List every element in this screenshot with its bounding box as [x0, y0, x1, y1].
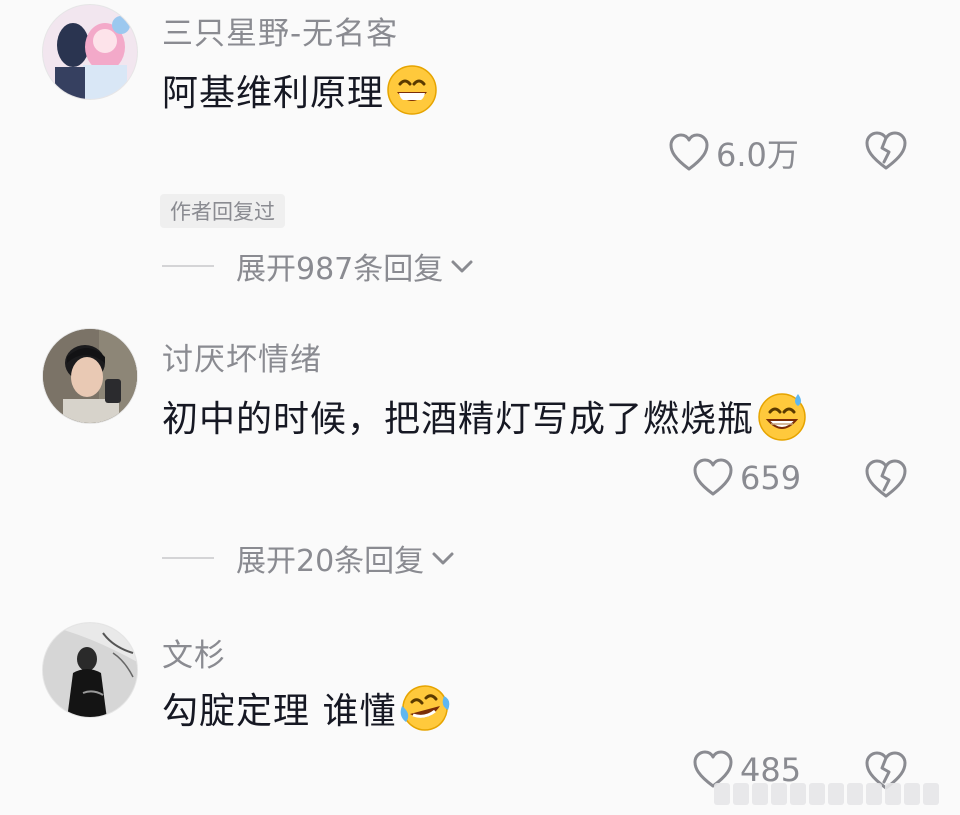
- chevron-down-icon: [432, 552, 454, 565]
- comment-text-content: 阿基维利原理: [162, 73, 385, 114]
- expand-replies-label: 展开20条回复: [236, 544, 425, 579]
- author-replied-badge: 作者回复过: [160, 194, 285, 228]
- face-with-tears-of-joy-emoji-icon: [401, 685, 450, 731]
- expand-replies-button[interactable]: 展开987条回复: [162, 244, 475, 288]
- comment-actions: 659: [0, 458, 960, 502]
- heart-outline-icon: [693, 458, 733, 496]
- avatar[interactable]: [42, 622, 138, 718]
- grinning-face-with-sweat-emoji-icon: [758, 393, 806, 441]
- broken-heart-icon[interactable]: [864, 130, 908, 172]
- comment-item: 讨厌坏情绪 初中的时候，把酒精灯写成了燃烧瓶 659 展开20条回复: [0, 320, 960, 590]
- heart-outline-icon: [669, 133, 709, 171]
- like-button[interactable]: 659: [692, 458, 801, 498]
- comment-item: 三只星野-无名客 阿基维利原理 6.0万 作者回复过 展开987条回复: [0, 0, 960, 300]
- like-button[interactable]: 6.0万: [668, 130, 799, 176]
- comment-text: 勾腚定理 谁懂: [162, 682, 450, 734]
- divider-line: [162, 557, 214, 559]
- comment-text-content: 初中的时候，把酒精灯写成了燃烧瓶: [162, 399, 755, 440]
- username[interactable]: 三只星野-无名客: [162, 8, 398, 53]
- grinning-face-emoji-icon: [387, 65, 437, 115]
- divider-line: [162, 265, 214, 267]
- chevron-down-icon: [451, 260, 473, 273]
- comment-actions: 6.0万: [0, 130, 960, 174]
- watermark: [714, 780, 950, 808]
- username[interactable]: 文杉: [162, 630, 226, 675]
- expand-replies-label: 展开987条回复: [236, 252, 444, 287]
- username[interactable]: 讨厌坏情绪: [162, 334, 322, 379]
- avatar[interactable]: [42, 4, 138, 100]
- like-count: 659: [740, 459, 802, 497]
- broken-heart-icon[interactable]: [864, 458, 908, 500]
- like-count: 6.0万: [716, 136, 799, 174]
- comment-text-content: 勾腚定理 谁懂: [162, 691, 397, 732]
- comment-text: 阿基维利原理: [162, 64, 438, 116]
- avatar[interactable]: [42, 328, 138, 424]
- comment-text: 初中的时候，把酒精灯写成了燃烧瓶: [162, 390, 808, 442]
- expand-replies-button[interactable]: 展开20条回复: [162, 536, 456, 580]
